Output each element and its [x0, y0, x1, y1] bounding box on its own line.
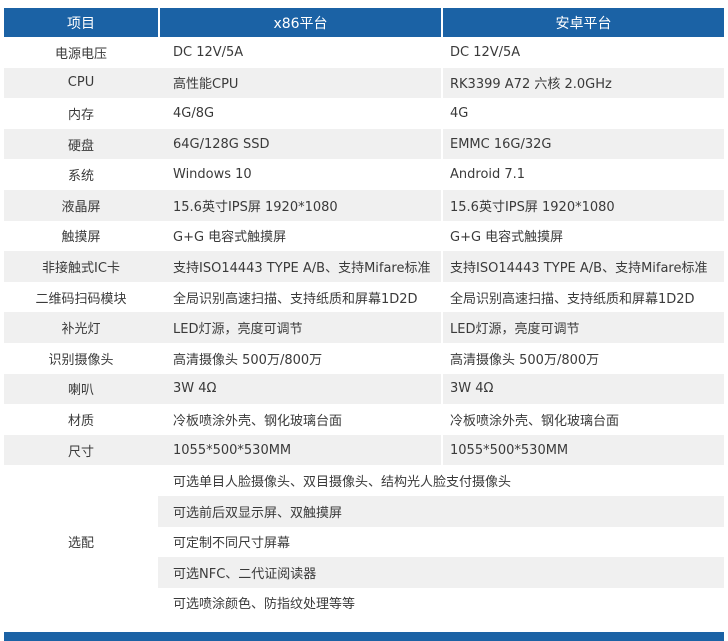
x86-value: 3W 4Ω — [158, 373, 441, 405]
options-row: 选配 可选单目人脸摄像头、双目摄像头、结构光人脸支付摄像头 — [4, 465, 724, 619]
row-label: 识别摄像头 — [48, 352, 114, 368]
table-row: 触摸屏 G+G 电容式触摸屏 G+G 电容式触摸屏 — [4, 220, 724, 252]
x86-value: 支持ISO14443 TYPE A/B、支持Mifare标准 — [158, 251, 441, 282]
option-item: 可选前后双显示屏、双触摸屏 — [158, 495, 724, 527]
x86-value: 高清摄像头 500万/800万 — [173, 352, 323, 368]
row-label: 非接触式IC卡 — [4, 251, 158, 282]
android-value: 15.6英寸IPS屏 1920*1080 — [441, 189, 724, 221]
android-value: RK3399 A72 六核 2.0GHz — [441, 67, 724, 99]
row-label: 系统 — [67, 169, 94, 185]
table-row: 非接触式IC卡 支持ISO14443 TYPE A/B、支持Mifare标准 支… — [4, 251, 724, 282]
table-row: 系统 Windows 10 Android 7.1 — [4, 159, 724, 190]
row-label: 喇叭 — [4, 373, 158, 405]
spec-table-body: 电源电压 DC 12V/5A DC 12V/5A CPU 高性能CPU RK33… — [4, 37, 724, 619]
x86-value: G+G 电容式触摸屏 — [173, 230, 287, 246]
row-label: 电源电压 — [54, 46, 107, 62]
x86-value: DC 12V/5A — [173, 44, 244, 60]
x86-value: 15.6英寸IPS屏 1920*1080 — [158, 189, 441, 221]
table-row: 二维码扫码模块 全局识别高速扫描、支持纸质和屏幕1D2D 全局识别高速扫描、支持… — [4, 281, 724, 313]
row-label: 尺寸 — [4, 434, 158, 466]
row-label: 二维码扫码模块 — [35, 291, 127, 307]
option-item: 可选单目人脸摄像头、双目摄像头、结构光人脸支付摄像头 — [173, 475, 512, 491]
android-value: 4G — [441, 98, 724, 129]
android-value: EMMC 16G/32G — [441, 128, 724, 160]
x86-value: 冷板喷涂外壳、钢化玻璃台面 — [173, 413, 343, 429]
row-label: 补光灯 — [4, 312, 158, 343]
header-android: 安卓平台 — [441, 8, 724, 37]
row-label: 硬盘 — [4, 128, 158, 160]
row-label: 内存 — [67, 107, 94, 123]
android-value: 支持ISO14443 TYPE A/B、支持Mifare标准 — [441, 251, 724, 282]
header-x86: x86平台 — [158, 8, 441, 37]
android-value: 高清摄像头 500万/800万 — [441, 342, 724, 374]
table-row: 材质 冷板喷涂外壳、钢化玻璃台面 冷板喷涂外壳、钢化玻璃台面 — [4, 404, 724, 435]
x86-value: 64G/128G SSD — [158, 128, 441, 160]
android-value: 全局识别高速扫描、支持纸质和屏幕1D2D — [441, 281, 724, 313]
option-item: 可选喷涂颜色、防指纹处理等等 — [173, 597, 356, 613]
row-label: 材质 — [67, 413, 94, 429]
option-item: 可选NFC、二代证阅读器 — [158, 557, 724, 588]
table-row: 硬盘 64G/128G SSD EMMC 16G/32G — [4, 128, 724, 160]
options-label: 选配 — [4, 465, 158, 619]
row-label: 液晶屏 — [4, 189, 158, 221]
row-label: 触摸屏 — [61, 230, 101, 246]
table-row: 尺寸 1055*500*530MM 1055*500*530MM — [4, 434, 724, 466]
option-item: 可定制不同尺寸屏幕 — [173, 536, 291, 552]
row-label: CPU — [4, 67, 158, 99]
x86-value: 4G/8G — [173, 105, 215, 121]
android-value: Android 7.1 — [441, 159, 724, 190]
x86-value: 全局识别高速扫描、支持纸质和屏幕1D2D — [173, 291, 418, 307]
android-value: 1055*500*530MM — [441, 434, 724, 466]
x86-value: 1055*500*530MM — [158, 434, 441, 466]
x86-value: Windows 10 — [173, 167, 252, 183]
table-row: 电源电压 DC 12V/5A DC 12V/5A — [4, 37, 724, 68]
spec-table: 项目 x86平台 安卓平台 电源电压 DC 12V/5A DC 12V/5A C… — [4, 8, 724, 619]
android-value: G+G 电容式触摸屏 — [441, 220, 724, 252]
x86-value: 高性能CPU — [158, 67, 441, 99]
spec-table-header: 项目 x86平台 安卓平台 — [4, 8, 724, 37]
table-row: 喇叭 3W 4Ω 3W 4Ω — [4, 373, 724, 405]
table-row: 内存 4G/8G 4G — [4, 98, 724, 129]
header-item: 项目 — [4, 8, 158, 37]
android-value: 冷板喷涂外壳、钢化玻璃台面 — [441, 404, 724, 435]
table-row: 液晶屏 15.6英寸IPS屏 1920*1080 15.6英寸IPS屏 1920… — [4, 189, 724, 221]
android-value: LED灯源，亮度可调节 — [441, 312, 724, 343]
table-row: 补光灯 LED灯源，亮度可调节 LED灯源，亮度可调节 — [4, 312, 724, 343]
table-row: 识别摄像头 高清摄像头 500万/800万 高清摄像头 500万/800万 — [4, 342, 724, 374]
android-value: DC 12V/5A — [441, 37, 724, 68]
table-row: CPU 高性能CPU RK3399 A72 六核 2.0GHz — [4, 67, 724, 99]
bottom-bar — [4, 632, 724, 641]
android-value: 3W 4Ω — [441, 373, 724, 405]
x86-value: LED灯源，亮度可调节 — [158, 312, 441, 343]
